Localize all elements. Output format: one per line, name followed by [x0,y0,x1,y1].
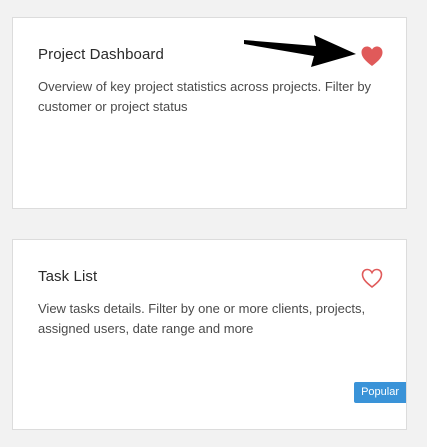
heart-outline-icon [361,268,383,289]
report-card-task-list[interactable]: Task List View tasks details. Filter by … [12,239,407,430]
popular-badge: Popular [354,382,406,403]
heart-filled-icon [361,46,383,66]
favorite-heart-filled-icon[interactable] [360,45,384,67]
arrow-icon [244,34,356,68]
favorite-heart-outline-icon[interactable] [360,267,384,289]
card-description: Overview of key project statistics acros… [38,79,372,114]
card-title: Task List [38,268,98,285]
card-description: View tasks details. Filter by one or mor… [38,301,366,336]
card-title: Project Dashboard [38,46,164,63]
